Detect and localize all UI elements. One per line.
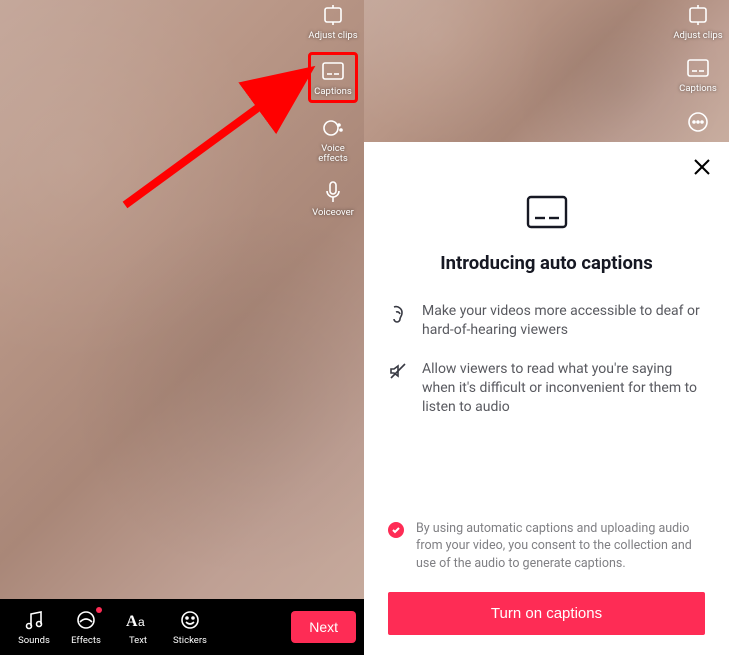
benefit-text: Allow viewers to read what you're saying… — [422, 360, 705, 417]
stickers-label: Stickers — [173, 635, 207, 646]
voice-effects-label: Voice effects — [318, 144, 348, 165]
editor-screen-right: Adjust clips Captions — [364, 0, 729, 655]
stickers-button[interactable]: Stickers — [164, 608, 216, 646]
notification-dot-icon — [96, 607, 102, 613]
benefit-text: Make your videos more accessible to deaf… — [422, 302, 705, 340]
captions-button[interactable]: Captions — [308, 52, 358, 102]
voice-effects-icon — [320, 115, 346, 141]
microphone-icon — [320, 179, 346, 205]
close-icon — [693, 158, 711, 176]
effects-icon — [74, 608, 98, 632]
editor-screen-left: Adjust clips Captions — [0, 0, 364, 655]
sounds-label: Sounds — [18, 635, 50, 646]
captions-icon — [320, 58, 346, 84]
sounds-button[interactable]: Sounds — [8, 608, 60, 646]
adjust-clips-icon — [685, 2, 711, 28]
benefit-row: Allow viewers to read what you're saying… — [388, 360, 705, 417]
voiceover-label: Voiceover — [312, 208, 354, 218]
captions-icon — [685, 55, 711, 81]
captions-large-icon — [525, 194, 569, 234]
voice-effects-button[interactable]: Voice effects — [308, 115, 358, 165]
adjust-clips-icon — [320, 2, 346, 28]
consent-checkbox[interactable] — [388, 522, 404, 538]
captions-button[interactable]: Captions — [673, 55, 723, 94]
right-toolbar: Adjust clips Captions — [308, 2, 358, 218]
svg-text:a: a — [138, 615, 145, 629]
text-label: Text — [129, 635, 147, 646]
consent-row: By using automatic captions and uploadin… — [388, 520, 705, 573]
more-button[interactable] — [673, 109, 723, 135]
more-icon — [685, 109, 711, 135]
adjust-clips-button[interactable]: Adjust clips — [673, 2, 723, 41]
voiceover-button[interactable]: Voiceover — [308, 179, 358, 218]
svg-text:A: A — [126, 613, 138, 630]
benefit-row: Make your videos more accessible to deaf… — [388, 302, 705, 340]
text-button[interactable]: A a Text — [112, 608, 164, 646]
effects-label: Effects — [71, 635, 101, 646]
next-button[interactable]: Next — [291, 611, 356, 643]
adjust-clips-button[interactable]: Adjust clips — [308, 2, 358, 41]
captions-label: Captions — [314, 87, 352, 97]
effects-button[interactable]: Effects — [60, 608, 112, 646]
music-note-icon — [22, 608, 46, 632]
auto-captions-modal: Introducing auto captions Make your vide… — [364, 142, 729, 655]
consent-text: By using automatic captions and uploadin… — [416, 520, 705, 573]
captions-label: Captions — [679, 84, 717, 94]
stickers-icon — [178, 608, 202, 632]
checkmark-icon — [391, 525, 401, 535]
adjust-clips-label: Adjust clips — [673, 31, 722, 41]
no-audio-icon — [388, 361, 408, 417]
right-toolbar: Adjust clips Captions — [673, 2, 723, 135]
bottom-toolbar: Sounds Effects A a — [0, 599, 364, 655]
turn-on-captions-button[interactable]: Turn on captions — [388, 592, 705, 635]
adjust-clips-label: Adjust clips — [308, 31, 357, 41]
ear-icon — [388, 303, 408, 340]
text-icon: A a — [126, 608, 150, 632]
modal-title: Introducing auto captions — [388, 252, 705, 274]
close-button[interactable] — [693, 158, 711, 181]
